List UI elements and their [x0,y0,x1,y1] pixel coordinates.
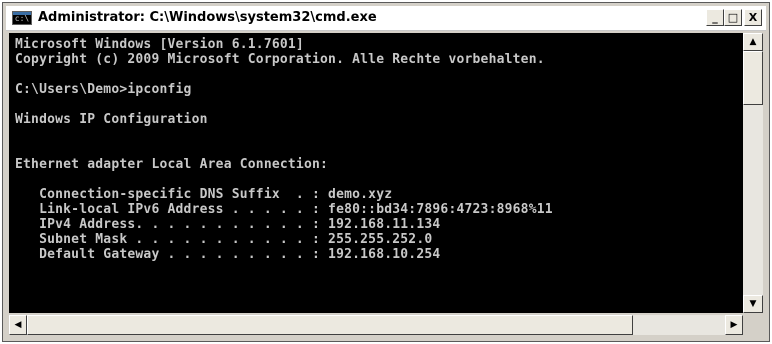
horizontal-scroll-thumb[interactable] [27,315,633,335]
scroll-right-button[interactable]: ▶ [725,315,743,335]
console-line: IPv4 Address. . . . . . . . . . . : 192.… [15,217,441,232]
close-button[interactable]: X [744,9,762,26]
console-app-icon[interactable]: c:\ [12,11,32,25]
console-line: Subnet Mask . . . . . . . . . . . : 255.… [15,232,433,247]
maximize-button[interactable]: □ [724,9,742,26]
minimize-button[interactable]: _ [706,9,724,26]
console-line: Ethernet adapter Local Area Connection: [15,157,329,172]
scroll-down-button[interactable]: ▼ [743,295,763,313]
console-line: Connection-specific DNS Suffix . : demo.… [15,187,393,202]
scroll-up-button[interactable]: ▲ [743,33,763,51]
vertical-scroll-thumb[interactable] [743,51,763,105]
console-line: Copyright (c) 2009 Microsoft Corporation… [15,52,545,67]
console-line: Windows IP Configuration [15,112,208,127]
console-output-area[interactable]: Microsoft Windows [Version 6.1.7601] Cop… [9,33,743,313]
scroll-left-button[interactable]: ◀ [9,315,27,335]
caption-buttons: _ □ X [706,9,762,26]
console-line: Default Gateway . . . . . . . . . : 192.… [15,247,441,262]
horizontal-scrollbar[interactable]: ◀ ▶ [9,315,743,335]
console-line: Microsoft Windows [Version 6.1.7601] [15,37,304,52]
console-text: Microsoft Windows [Version 6.1.7601] Cop… [9,33,743,262]
window-title: Administrator: C:\Windows\system32\cmd.e… [38,10,377,25]
title-bar[interactable]: c:\ Administrator: C:\Windows\system32\c… [6,6,766,31]
cmd-window: c:\ Administrator: C:\Windows\system32\c… [2,2,770,342]
resize-grip[interactable] [743,315,763,335]
console-line: Link-local IPv6 Address . . . . . : fe80… [15,202,553,217]
console-line: C:\Users\Demo>ipconfig [15,82,192,97]
vertical-scrollbar[interactable]: ▲ ▼ [743,33,763,313]
console-icon-label: c:\ [14,14,30,23]
